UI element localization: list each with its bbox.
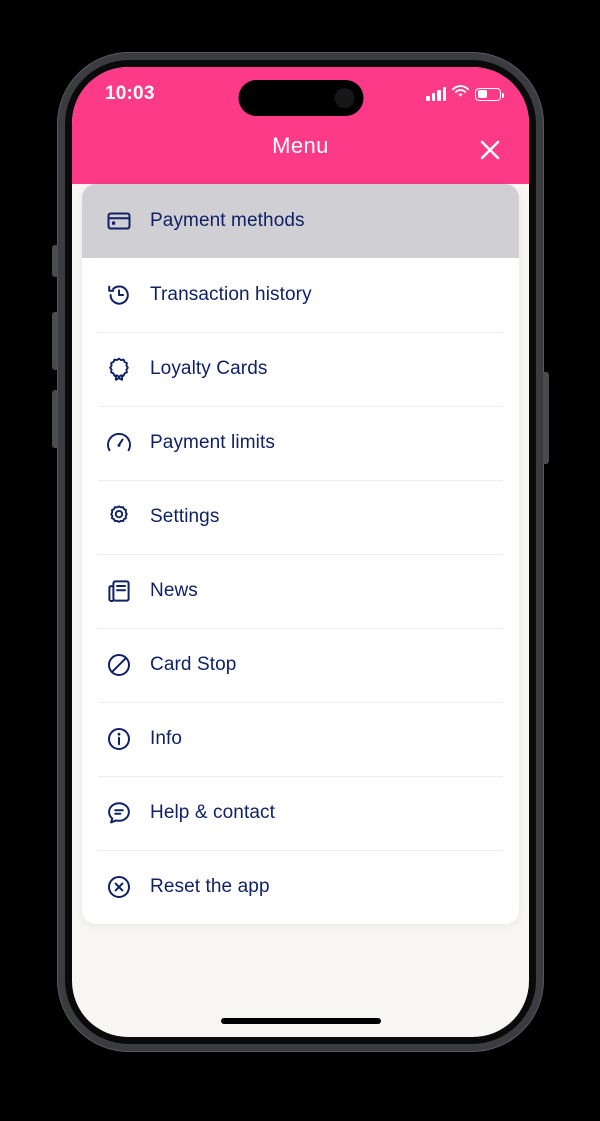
menu-item-help-contact[interactable]: Help & contact bbox=[82, 776, 519, 850]
battery-icon bbox=[475, 87, 504, 101]
row-divider bbox=[98, 480, 503, 481]
row-divider bbox=[98, 850, 503, 851]
front-camera-icon bbox=[334, 88, 354, 108]
x-circle-icon bbox=[104, 872, 134, 902]
status-bar: 10:03 bbox=[72, 67, 529, 116]
menu-item-label: Loyalty Cards bbox=[150, 358, 268, 379]
battery-fill bbox=[477, 90, 487, 98]
menu-item-label: Card Stop bbox=[150, 654, 237, 675]
menu-item-label: Transaction history bbox=[150, 284, 312, 305]
status-bar-time: 10:03 bbox=[105, 83, 155, 104]
row-divider bbox=[98, 628, 503, 629]
phone-screen: 10:03 Menu Payment methods Transaction h… bbox=[72, 67, 529, 1037]
row-divider bbox=[98, 406, 503, 407]
newspaper-icon bbox=[104, 576, 134, 606]
volume-down-button[interactable] bbox=[52, 390, 58, 448]
wifi-icon bbox=[452, 85, 469, 103]
menu-item-label: Info bbox=[150, 728, 183, 749]
close-icon[interactable] bbox=[475, 135, 505, 165]
dynamic-island bbox=[238, 80, 363, 116]
menu-item-transaction-history[interactable]: Transaction history bbox=[82, 258, 519, 332]
volume-up-button[interactable] bbox=[52, 312, 58, 370]
award-badge-icon bbox=[104, 354, 134, 384]
home-indicator[interactable] bbox=[220, 1018, 381, 1024]
signal-bars-icon bbox=[426, 87, 446, 101]
menu-card: Payment methods Transaction history Loya… bbox=[82, 184, 519, 924]
screenshot-stage: 10:03 Menu Payment methods Transaction h… bbox=[0, 0, 600, 1121]
menu-item-label: Settings bbox=[150, 506, 220, 527]
menu-item-label: Help & contact bbox=[150, 802, 275, 823]
menu-item-info[interactable]: Info bbox=[82, 702, 519, 776]
menu-item-news[interactable]: News bbox=[82, 554, 519, 628]
clock-history-icon bbox=[104, 280, 134, 310]
page-title: Menu bbox=[272, 133, 329, 158]
speedometer-icon bbox=[104, 428, 134, 458]
menu-item-label: Payment limits bbox=[150, 432, 275, 453]
row-divider bbox=[98, 776, 503, 777]
menu-item-payment-limits[interactable]: Payment limits bbox=[82, 406, 519, 480]
block-circle-icon bbox=[104, 650, 134, 680]
title-bar: Menu bbox=[72, 113, 529, 184]
row-divider bbox=[98, 332, 503, 333]
menu-item-label: Payment methods bbox=[150, 210, 305, 231]
chat-bubble-icon bbox=[104, 798, 134, 828]
menu-item-settings[interactable]: Settings bbox=[82, 480, 519, 554]
row-divider bbox=[98, 702, 503, 703]
status-bar-indicators bbox=[426, 85, 504, 103]
menu-item-label: Reset the app bbox=[150, 876, 270, 897]
menu-item-reset-the-app[interactable]: Reset the app bbox=[82, 850, 519, 924]
mute-switch-button[interactable] bbox=[52, 245, 58, 277]
gear-icon bbox=[104, 502, 134, 532]
power-button[interactable] bbox=[543, 372, 549, 464]
menu-item-loyalty-cards[interactable]: Loyalty Cards bbox=[82, 332, 519, 406]
app-header: 10:03 Menu bbox=[72, 67, 529, 184]
info-circle-icon bbox=[104, 724, 134, 754]
row-divider bbox=[98, 554, 503, 555]
menu-item-card-stop[interactable]: Card Stop bbox=[82, 628, 519, 702]
menu-item-payment-methods[interactable]: Payment methods bbox=[82, 184, 519, 258]
menu-item-label: News bbox=[150, 580, 198, 601]
credit-card-icon bbox=[104, 206, 134, 236]
